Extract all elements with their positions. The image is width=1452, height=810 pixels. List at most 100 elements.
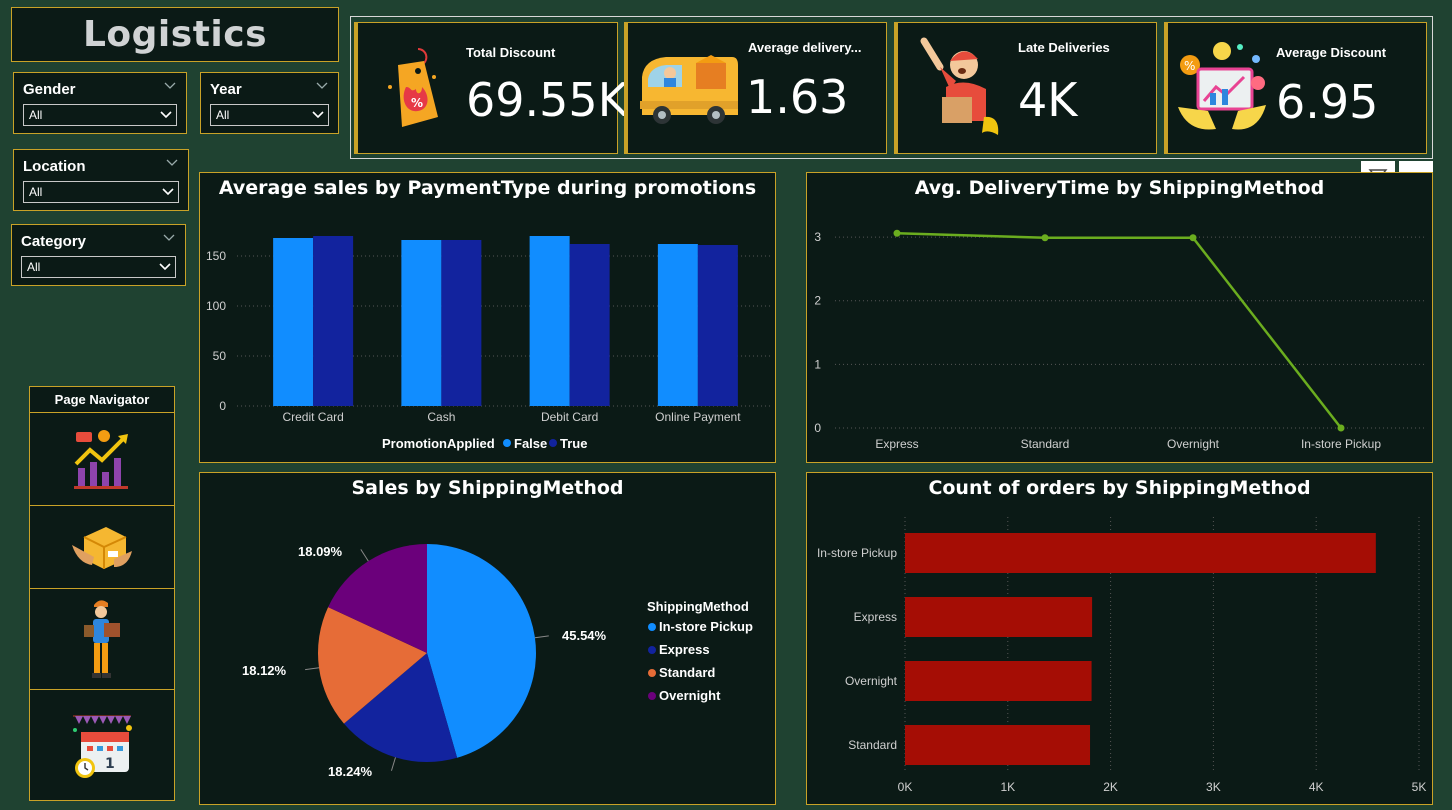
bar: [905, 661, 1092, 701]
nav-button-calendar[interactable]: 1: [30, 691, 174, 799]
year-selected-value: All: [216, 108, 230, 122]
svg-text:%: %: [411, 96, 423, 110]
payment-type-bar-chart: 0 50 100 150 Credit Card Cash Debit Card Online…: [206, 236, 770, 451]
slice-leader-line: [534, 635, 549, 639]
x-category-label: Express: [875, 437, 918, 451]
chevron-down-icon: [159, 263, 171, 271]
legend-marker: [648, 669, 656, 677]
x-category-label: Debit Card: [541, 410, 598, 424]
courier-icon: [920, 37, 999, 135]
bar-true: [313, 236, 354, 406]
promo-analytics-icon: %: [1178, 42, 1266, 130]
nav-button-delivery[interactable]: [30, 590, 174, 690]
location-dropdown[interactable]: All: [23, 181, 179, 203]
y-tick-label: 100: [206, 299, 226, 313]
x-tick-label: 3K: [1206, 780, 1221, 794]
bar: [905, 597, 1093, 637]
gender-slicer-label: Gender: [23, 81, 76, 98]
bar-false: [273, 238, 314, 406]
chevron-down-icon[interactable]: [163, 79, 177, 93]
chevron-down-icon[interactable]: [162, 231, 176, 245]
year-slicer[interactable]: Year All: [200, 72, 339, 134]
orders-shipping-chart[interactable]: Count of orders by ShippingMethod 0K 1K 2K…: [806, 472, 1433, 805]
delivery-time-line-chart: 0 1 2 3 Express Standard Overnight In-store Pic…: [814, 229, 1427, 451]
slice-data-label: 18.09%: [298, 544, 343, 559]
chevron-down-icon: [162, 188, 174, 196]
x-tick-label: 1K: [1000, 780, 1015, 794]
growth-chart-icon: [74, 429, 128, 489]
y-tick-label: 1: [814, 357, 821, 371]
y-category-label: In-store Pickup: [817, 546, 897, 560]
gender-dropdown[interactable]: All: [23, 104, 177, 126]
sales-shipping-pie-chart: 45.54% 18.24% 18.12% 18.09% ShippingMethod In…: [242, 544, 753, 779]
calendar-celebration-icon: 1: [73, 715, 132, 778]
bar-false: [657, 244, 698, 406]
x-category-label: Credit Card: [282, 410, 343, 424]
kpi-label: Average delivery...: [748, 40, 862, 55]
x-tick-label: 5K: [1412, 780, 1427, 794]
sales-shipping-chart[interactable]: Sales by ShippingMethod 45.54% 18.24% 18.1…: [199, 472, 776, 805]
chevron-down-icon: [312, 111, 324, 119]
x-category-label: Cash: [427, 410, 455, 424]
chevron-down-icon: [160, 111, 172, 119]
kpi-value: 69.55K: [466, 73, 628, 127]
kpi-label: Average Discount: [1276, 45, 1387, 60]
orders-shipping-bar-chart: 0K 1K 2K 3K 4K 5K In-store Pickup Express Overni…: [817, 517, 1427, 794]
gender-slicer[interactable]: Gender All: [13, 72, 187, 134]
bar-true: [697, 245, 738, 406]
delivery-van-icon: [640, 55, 738, 124]
nav-button-products[interactable]: [30, 507, 174, 589]
payment-type-chart[interactable]: Average sales by PaymentType during prom…: [199, 172, 776, 463]
x-tick-label: 4K: [1309, 780, 1324, 794]
y-tick-label: 0: [219, 399, 226, 413]
discount-tag-icon: %: [388, 48, 438, 127]
slice-data-label: 18.24%: [328, 764, 373, 779]
svg-text:%: %: [1184, 59, 1195, 73]
bar: [905, 725, 1091, 765]
location-selected-value: All: [29, 185, 43, 199]
category-slicer[interactable]: Category All: [11, 224, 186, 286]
legend-title: ShippingMethod: [647, 599, 749, 614]
location-slicer[interactable]: Location All: [13, 149, 189, 211]
legend-label: In-store Pickup: [659, 619, 753, 634]
legend-label: True: [560, 436, 587, 451]
legend-marker: [648, 692, 656, 700]
x-tick-label: 0K: [898, 780, 913, 794]
kpi-card-late-deliveries[interactable]: Late Deliveries 4K: [894, 22, 1157, 154]
chevron-down-icon[interactable]: [315, 79, 329, 93]
y-tick-label: 2: [814, 294, 821, 308]
kpi-value: 6.95: [1276, 75, 1379, 129]
legend-marker: [648, 623, 656, 631]
year-dropdown[interactable]: All: [210, 104, 329, 126]
legend-label: Express: [659, 642, 710, 657]
delivery-time-chart[interactable]: Avg. DeliveryTime by ShippingMethod 0123…: [806, 172, 1433, 463]
chevron-down-icon[interactable]: [165, 156, 179, 170]
category-selected-value: All: [27, 260, 41, 274]
gender-selected-value: All: [29, 108, 43, 122]
slice-data-label: 18.12%: [242, 663, 287, 678]
category-dropdown[interactable]: All: [21, 256, 176, 278]
data-point: [1189, 234, 1197, 242]
svg-text:1: 1: [105, 756, 115, 772]
kpi-value: 4K: [1018, 73, 1078, 127]
series-line: [896, 232, 1342, 429]
nav-button-sales[interactable]: [30, 414, 174, 506]
navigator-title: Page Navigator: [30, 387, 174, 413]
y-category-label: Express: [854, 610, 897, 624]
y-tick-label: 3: [814, 230, 821, 244]
x-category-label: Online Payment: [655, 410, 741, 424]
kpi-group: % Total Discount 69.55K Average delivery…: [350, 16, 1433, 159]
kpi-card-average-discount[interactable]: % Average Discount 6.95: [1164, 22, 1427, 154]
kpi-card-total-discount[interactable]: % Total Discount 69.55K: [354, 22, 628, 154]
y-tick-label: 0: [814, 421, 821, 435]
data-point: [1041, 234, 1049, 242]
legend-title: PromotionApplied: [382, 436, 495, 451]
dashboard-title-panel: Logistics: [11, 7, 339, 62]
x-category-label: Overnight: [1167, 437, 1220, 451]
bar-false: [529, 236, 570, 406]
legend-marker: [549, 439, 557, 447]
kpi-label: Total Discount: [466, 45, 556, 60]
x-tick-label: 2K: [1103, 780, 1118, 794]
kpi-card-average-delivery[interactable]: Average delivery... 1.63: [624, 22, 887, 154]
kpi-value: 1.63: [746, 70, 849, 124]
